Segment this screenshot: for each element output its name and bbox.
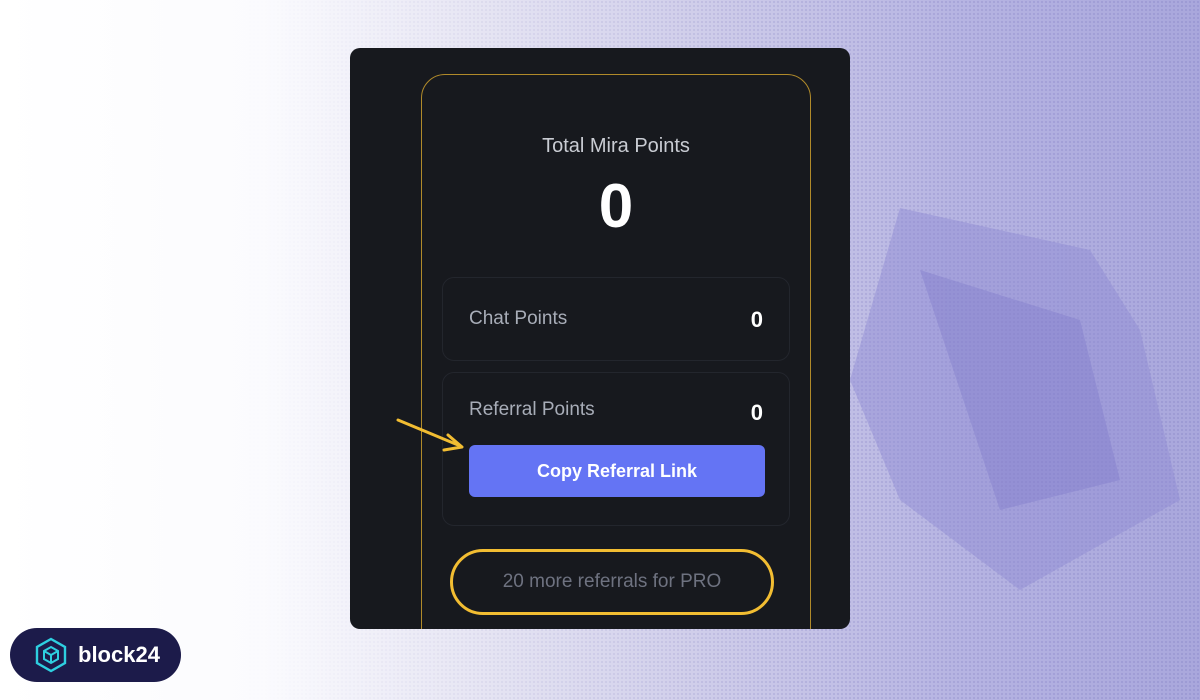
points-card: Total Mira Points 0 Chat Points 0 Referr…	[421, 74, 811, 629]
brand-logo: block24	[10, 628, 181, 682]
chat-points-label: Chat Points	[469, 308, 568, 329]
total-points-label: Total Mira Points	[542, 135, 690, 157]
cube-logo-icon	[35, 637, 67, 673]
points-panel: Total Mira Points 0 Chat Points 0 Referr…	[350, 48, 850, 629]
referral-points-row: Referral Points 0 Copy Referral Link	[442, 372, 790, 526]
copy-referral-link-button[interactable]: Copy Referral Link	[469, 445, 765, 497]
total-points-value: 0	[598, 172, 634, 241]
pointer-arrow-icon	[396, 418, 464, 452]
referral-points-label: Referral Points	[469, 399, 595, 420]
chat-points-value: 0	[750, 307, 763, 332]
pro-referrals-status: 20 more referrals for PRO	[450, 549, 774, 615]
brand-name: block24	[78, 642, 160, 667]
chat-points-row: Chat Points 0	[442, 277, 790, 361]
referral-points-value: 0	[750, 400, 763, 425]
